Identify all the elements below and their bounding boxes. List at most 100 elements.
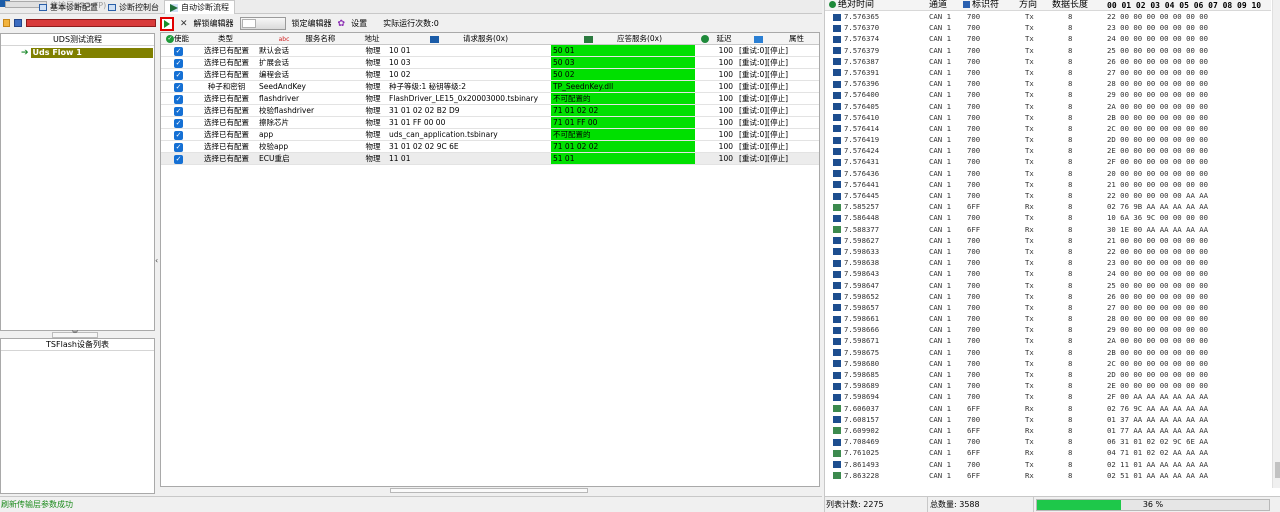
cell-address[interactable]: 物理: [357, 45, 387, 56]
cell-name[interactable]: ECU重启: [257, 153, 357, 164]
cell-type[interactable]: 选择已有配置: [194, 141, 257, 152]
checkbox-icon[interactable]: ✓: [174, 130, 183, 140]
table-row[interactable]: ✓ 选择已有配置 校验app 物理 31 01 02 02 9C 6E 71 01 02 …: [161, 141, 819, 153]
cell-property[interactable]: [重试:0][停止]: [737, 129, 819, 140]
col-time[interactable]: 绝对时间: [829, 0, 874, 11]
table-row[interactable]: ✓ 选择已有配置 默认会话 物理 10 01 50 01 100 [重试:0][停止]: [161, 45, 819, 57]
cell-address[interactable]: 物理: [357, 117, 387, 128]
trace-row[interactable]: 7.576400 CAN 1 700 Tx 8 29 00 00 00 00 00 00 …: [825, 89, 1271, 100]
enable-checkbox[interactable]: ✓: [161, 129, 194, 140]
trace-row[interactable]: 7.588377 CAN 1 6FF Rx 8 30 1E 00 AA AA AA AA …: [825, 224, 1271, 235]
col-address[interactable]: 地址: [357, 33, 387, 44]
checkbox-icon[interactable]: ✓: [174, 106, 183, 116]
cell-name[interactable]: 擦除芯片: [257, 117, 357, 128]
col-data[interactable]: 00 01 02 03 04 05 06 07 08 09 10: [1107, 0, 1261, 11]
col-id[interactable]: 标识符: [963, 0, 999, 11]
col-name[interactable]: abc 服务名称: [257, 33, 357, 44]
cell-name[interactable]: 编程会话: [257, 69, 357, 80]
cell-response[interactable]: 50 03: [551, 57, 695, 68]
cell-response[interactable]: 不可配置的: [551, 93, 695, 104]
trace-row[interactable]: 7.576387 CAN 1 700 Tx 8 26 00 00 00 00 00 00 …: [825, 56, 1271, 67]
checkbox-icon[interactable]: ✓: [174, 142, 183, 152]
cell-delay[interactable]: 100: [695, 105, 737, 116]
trace-row[interactable]: 7.598638 CAN 1 700 Tx 8 23 00 00 00 00 00 00 …: [825, 257, 1271, 268]
table-row[interactable]: ✓ 选择已有配置 编程会话 物理 10 02 50 02 100 [重试:0][停止]: [161, 69, 819, 81]
open-folder-icon[interactable]: [3, 19, 11, 27]
trace-row[interactable]: 7.598680 CAN 1 700 Tx 8 2C 00 00 00 00 00 00 …: [825, 358, 1271, 369]
trace-row[interactable]: 7.598661 CAN 1 700 Tx 8 28 00 00 00 00 00 00 …: [825, 313, 1271, 324]
trace-row[interactable]: 7.576445 CAN 1 700 Tx 8 22 00 00 00 00 00 AA …: [825, 190, 1271, 201]
trace-row[interactable]: 7.598627 CAN 1 700 Tx 8 21 00 00 00 00 00 00 …: [825, 235, 1271, 246]
cell-request[interactable]: 11 01: [387, 153, 551, 164]
cell-address[interactable]: 物理: [357, 57, 387, 68]
table-row[interactable]: ✓ 选择已有配置 ECU重启 物理 11 01 51 01 100 [重试:0][停止]: [161, 153, 819, 165]
table-row[interactable]: ✓ 种子和密钥 SeedAndKey 物理 种子等级:1 秘钥等级:2 TP_SeednK…: [161, 81, 819, 93]
grid-splitter[interactable]: [390, 488, 588, 493]
gear-icon[interactable]: ✿: [338, 19, 346, 29]
save-icon[interactable]: [14, 19, 22, 27]
trace-row[interactable]: 7.598633 CAN 1 700 Tx 8 22 00 00 00 00 00 00 …: [825, 246, 1271, 257]
trace-row[interactable]: 7.606037 CAN 1 6FF Rx 8 02 76 9C AA AA AA AA …: [825, 403, 1271, 414]
enable-checkbox[interactable]: ✓: [161, 45, 194, 56]
cell-property[interactable]: [重试:0][停止]: [737, 93, 819, 104]
cell-request[interactable]: 10 02: [387, 69, 551, 80]
settings-button[interactable]: 设置: [351, 18, 367, 29]
tab-console[interactable]: 诊断控制台: [103, 0, 164, 14]
trace-row[interactable]: 7.576370 CAN 1 700 Tx 8 23 00 00 00 00 00 00 …: [825, 22, 1271, 33]
table-row[interactable]: ✓ 选择已有配置 扩展会话 物理 10 03 50 03 100 [重试:0][停止]: [161, 57, 819, 69]
col-type[interactable]: 类型: [194, 33, 257, 44]
vertical-splitter[interactable]: ‹: [155, 33, 159, 494]
cell-property[interactable]: [重试:0][停止]: [737, 57, 819, 68]
enable-checkbox[interactable]: ✓: [161, 81, 194, 92]
trace-row[interactable]: 7.708469 CAN 1 700 Tx 8 06 31 01 02 02 9C 6E …: [825, 436, 1271, 447]
cell-delay[interactable]: 100: [695, 141, 737, 152]
cell-property[interactable]: [重试:0][停止]: [737, 141, 819, 152]
run-button[interactable]: [160, 16, 174, 31]
trace-row[interactable]: 7.586448 CAN 1 700 Tx 8 10 6A 36 9C 00 00 00 …: [825, 212, 1271, 223]
trace-row[interactable]: 7.576414 CAN 1 700 Tx 8 2C 00 00 00 00 00 00 …: [825, 123, 1271, 134]
col-request[interactable]: 请求服务(0x): [387, 33, 551, 44]
cell-name[interactable]: SeedAndKey: [257, 81, 357, 92]
trace-row[interactable]: 7.609902 CAN 1 6FF Rx 8 01 77 AA AA AA AA AA …: [825, 425, 1271, 436]
tab-transport-layer[interactable]: 传输层(ISO TP): [0, 0, 106, 10]
cell-delay[interactable]: 100: [695, 153, 737, 164]
cell-response[interactable]: 50 01: [551, 45, 695, 56]
trace-row[interactable]: 7.598675 CAN 1 700 Tx 8 2B 00 00 00 00 00 00 …: [825, 347, 1271, 358]
scroll-thumb[interactable]: [1275, 462, 1280, 478]
trace-row[interactable]: 7.576391 CAN 1 700 Tx 8 27 00 00 00 00 00 00 …: [825, 67, 1271, 78]
trace-row[interactable]: 7.576396 CAN 1 700 Tx 8 28 00 00 00 00 00 00 …: [825, 78, 1271, 89]
enable-checkbox[interactable]: ✓: [161, 57, 194, 68]
cell-address[interactable]: 物理: [357, 69, 387, 80]
cell-delay[interactable]: 100: [695, 93, 737, 104]
enable-checkbox[interactable]: ✓: [161, 105, 194, 116]
cell-request[interactable]: 31 01 02 02 9C 6E: [387, 141, 551, 152]
cell-name[interactable]: flashdriver: [257, 93, 357, 104]
cell-delay[interactable]: 100: [695, 81, 737, 92]
cell-request[interactable]: 31 01 FF 00 00: [387, 117, 551, 128]
trace-row[interactable]: 7.585257 CAN 1 6FF Rx 8 02 76 9B AA AA AA AA …: [825, 201, 1271, 212]
cell-response[interactable]: 71 01 02 02: [551, 141, 695, 152]
cell-response[interactable]: 50 02: [551, 69, 695, 80]
cell-property[interactable]: [重试:0][停止]: [737, 45, 819, 56]
cell-delay[interactable]: 100: [695, 45, 737, 56]
trace-row[interactable]: 7.761025 CAN 1 6FF Rx 8 04 71 01 02 02 AA AA …: [825, 447, 1271, 458]
cell-delay[interactable]: 100: [695, 117, 737, 128]
checkbox-icon[interactable]: ✓: [174, 70, 183, 80]
trace-row[interactable]: 7.861493 CAN 1 700 Tx 8 02 11 01 AA AA AA AA …: [825, 459, 1271, 470]
trace-row[interactable]: 7.598652 CAN 1 700 Tx 8 26 00 00 00 00 00 00 …: [825, 291, 1271, 302]
cell-address[interactable]: 物理: [357, 81, 387, 92]
tree-node-flow[interactable]: ➔ Uds Flow 1: [21, 48, 153, 58]
enable-checkbox[interactable]: ✓: [161, 117, 194, 128]
col-response[interactable]: 应答服务(0x): [551, 33, 695, 44]
editor-lock-toggle[interactable]: [239, 17, 286, 30]
trace-scrollbar[interactable]: [1272, 0, 1280, 488]
cell-name[interactable]: 校验flashdriver: [257, 105, 357, 116]
cell-request[interactable]: uds_can_application.tsbinary: [387, 129, 551, 140]
trace-row[interactable]: 7.598694 CAN 1 700 Tx 8 2F 00 AA AA AA AA AA …: [825, 391, 1271, 402]
save-as-icon[interactable]: [25, 19, 157, 27]
cell-response[interactable]: TP_SeednKey.dll: [551, 81, 695, 92]
trace-row[interactable]: 7.576410 CAN 1 700 Tx 8 2B 00 00 00 00 00 00 …: [825, 112, 1271, 123]
cell-property[interactable]: [重试:0][停止]: [737, 153, 819, 164]
enable-checkbox[interactable]: ✓: [161, 93, 194, 104]
cell-name[interactable]: 默认会话: [257, 45, 357, 56]
